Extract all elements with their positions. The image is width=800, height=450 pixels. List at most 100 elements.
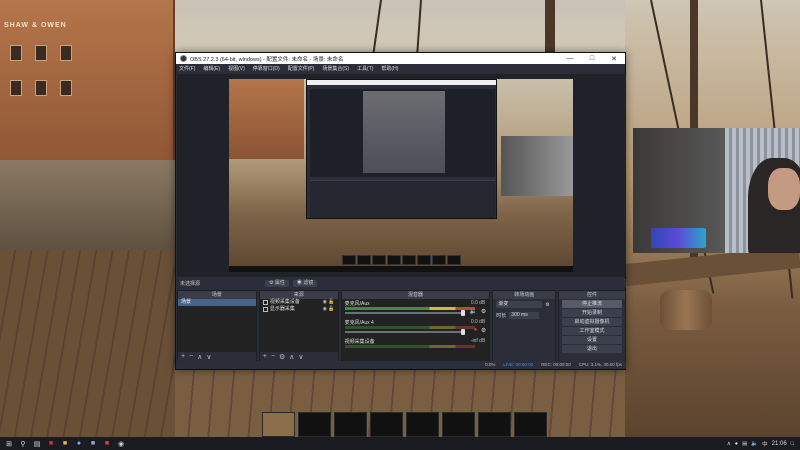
- menu-docks[interactable]: 停靠窗口(D): [253, 65, 280, 72]
- source-settings-button[interactable]: ⚙: [279, 353, 285, 361]
- nested-titlebar: [307, 80, 496, 85]
- obs-window[interactable]: OBS 27.2.3 (64-bit, windows) - 配置文件: 未命名…: [175, 52, 626, 370]
- muted-speaker-icon[interactable]: ●: [474, 327, 478, 333]
- gear-icon[interactable]: ⚙: [481, 308, 486, 315]
- source-item[interactable]: 显示器采集 ◉ 🔓: [260, 306, 338, 313]
- exit-button[interactable]: 退出: [562, 345, 622, 353]
- mixer-channel: 麦克风/Aux 0.0 dB 🔈 ⚙: [342, 299, 490, 318]
- settings-button[interactable]: 设置: [562, 336, 622, 344]
- task-view-icon[interactable]: ▤: [32, 439, 42, 449]
- volume-slider[interactable]: [344, 310, 465, 316]
- scenes-dock-title: 场景: [178, 291, 256, 299]
- hotbar-slot[interactable]: [442, 412, 475, 437]
- dock-row: 场景 场景 + − ∧ ∨ 来源 视频采集设备 ◉ 🔓 显示器采集 ◉ 🔓 + …: [177, 290, 626, 362]
- hotbar-slot[interactable]: [334, 412, 367, 437]
- window: [10, 45, 22, 61]
- steam-icon[interactable]: ●: [74, 439, 84, 449]
- gear-icon[interactable]: ⚙: [545, 302, 549, 308]
- menu-view[interactable]: 视图(V): [228, 65, 245, 72]
- app-icon[interactable]: ■: [46, 439, 56, 449]
- window: [35, 80, 47, 96]
- hotbar-slot[interactable]: [406, 412, 439, 437]
- windows-taskbar: ⊞ ⚲ ▤ ■ ■ ● ■ ■ ◉ ∧ ● ▤ 🔈 中 21:06 □: [0, 437, 800, 450]
- window: [35, 45, 47, 61]
- visibility-eye-icon[interactable]: ◉ 🔓: [323, 306, 335, 313]
- streamer-face: [768, 168, 800, 210]
- volume-meter: [344, 326, 475, 329]
- hotbar-slot[interactable]: [514, 412, 547, 437]
- volume-meter: [344, 307, 475, 310]
- preview-canvas[interactable]: [229, 79, 573, 272]
- app-icon[interactable]: ■: [60, 439, 70, 449]
- remove-scene-button[interactable]: −: [189, 353, 193, 360]
- nested-docks: [310, 180, 495, 218]
- filters-button[interactable]: ◉ 滤镜: [292, 280, 318, 287]
- start-recording-button[interactable]: 开始录制: [562, 309, 622, 317]
- hotbar-slot[interactable]: [370, 412, 403, 437]
- nested-preview: [310, 89, 495, 177]
- live-timer: LIVE: 00:00:00: [503, 362, 534, 367]
- menu-edit[interactable]: 编辑(E): [203, 65, 220, 72]
- hotbar-slot[interactable]: [478, 412, 511, 437]
- minimize-button[interactable]: —: [559, 55, 581, 62]
- add-scene-button[interactable]: +: [181, 353, 185, 360]
- clock[interactable]: 21:06: [772, 441, 787, 447]
- move-down-button[interactable]: ∨: [206, 353, 211, 361]
- visibility-eye-icon[interactable]: ◉ 🔓: [323, 299, 335, 306]
- webcam-overlay: [633, 128, 800, 253]
- move-up-button[interactable]: ∧: [289, 353, 294, 361]
- volume-meter: [344, 345, 475, 348]
- search-icon[interactable]: ⚲: [18, 439, 28, 449]
- properties-button[interactable]: ⚙ 属性: [265, 280, 289, 287]
- speaker-icon[interactable]: 🔈: [470, 308, 477, 315]
- menu-scene-collection[interactable]: 场景集合(S): [322, 65, 349, 72]
- obs-icon[interactable]: ◉: [116, 439, 126, 449]
- controls-dock: 控件 停止推流 开始录制 启动虚拟摄像机 工作室模式 设置 退出: [558, 290, 626, 362]
- sources-list[interactable]: 视频采集设备 ◉ 🔓 显示器采集 ◉ 🔓: [259, 299, 338, 352]
- remove-source-button[interactable]: −: [271, 353, 275, 360]
- menu-help[interactable]: 帮助(H): [381, 65, 398, 72]
- menu-file[interactable]: 文件(F): [179, 65, 195, 72]
- app-icon[interactable]: ■: [88, 439, 98, 449]
- scenes-list[interactable]: 场景: [178, 299, 256, 352]
- move-down-button[interactable]: ∨: [298, 353, 303, 361]
- transition-select[interactable]: 渐变: [496, 301, 543, 308]
- hotbar-slot[interactable]: [262, 412, 295, 437]
- channel-name: 麦克风/Aux 4: [344, 320, 374, 326]
- obs-menubar: 文件(F) 编辑(E) 视图(V) 停靠窗口(D) 配置文件(P) 场景集合(S…: [176, 64, 625, 73]
- preview-area[interactable]: [177, 74, 626, 277]
- app-icon[interactable]: ■: [102, 439, 112, 449]
- microphone-icon[interactable]: ●: [735, 441, 738, 447]
- studio-mode-button[interactable]: 工作室模式: [562, 327, 622, 335]
- volume-icon[interactable]: 🔈: [751, 441, 758, 447]
- chevron-up-icon[interactable]: ∧: [727, 441, 731, 447]
- input-language[interactable]: 中: [762, 440, 768, 448]
- window: [60, 45, 72, 61]
- scenes-dock-toolbar: + − ∧ ∨: [178, 352, 256, 361]
- preview-building: [229, 79, 304, 159]
- harbor-water: [0, 160, 175, 250]
- virtual-camera-button[interactable]: 启动虚拟摄像机: [562, 318, 622, 326]
- gear-icon[interactable]: ⚙: [481, 327, 486, 334]
- network-icon[interactable]: ▤: [742, 441, 747, 447]
- system-tray: ∧ ● ▤ 🔈 中 21:06 □: [727, 440, 800, 448]
- menu-profile[interactable]: 配置文件(P): [288, 65, 315, 72]
- source-item[interactable]: 视频采集设备 ◉ 🔓: [260, 299, 338, 306]
- channel-db: 0.0 dB: [470, 319, 486, 325]
- duration-label: 时长: [496, 313, 507, 319]
- duration-input[interactable]: 300 ms: [509, 312, 540, 319]
- volume-slider[interactable]: [344, 329, 465, 335]
- windows-start-icon[interactable]: ⊞: [4, 439, 14, 449]
- close-button[interactable]: ✕: [603, 55, 625, 63]
- maximize-button[interactable]: □: [581, 55, 603, 62]
- notification-icon[interactable]: □: [791, 441, 794, 447]
- menu-tools[interactable]: 工具(T): [357, 65, 373, 72]
- game-hotbar: [262, 412, 547, 437]
- obs-titlebar[interactable]: OBS 27.2.3 (64-bit, windows) - 配置文件: 未命名…: [176, 53, 625, 64]
- channel-name: 麦克风/Aux: [344, 301, 370, 307]
- hotbar-slot[interactable]: [298, 412, 331, 437]
- scene-item[interactable]: 场景: [178, 299, 256, 306]
- stop-streaming-button[interactable]: 停止推流: [562, 300, 622, 308]
- add-source-button[interactable]: +: [263, 353, 267, 360]
- move-up-button[interactable]: ∧: [197, 353, 202, 361]
